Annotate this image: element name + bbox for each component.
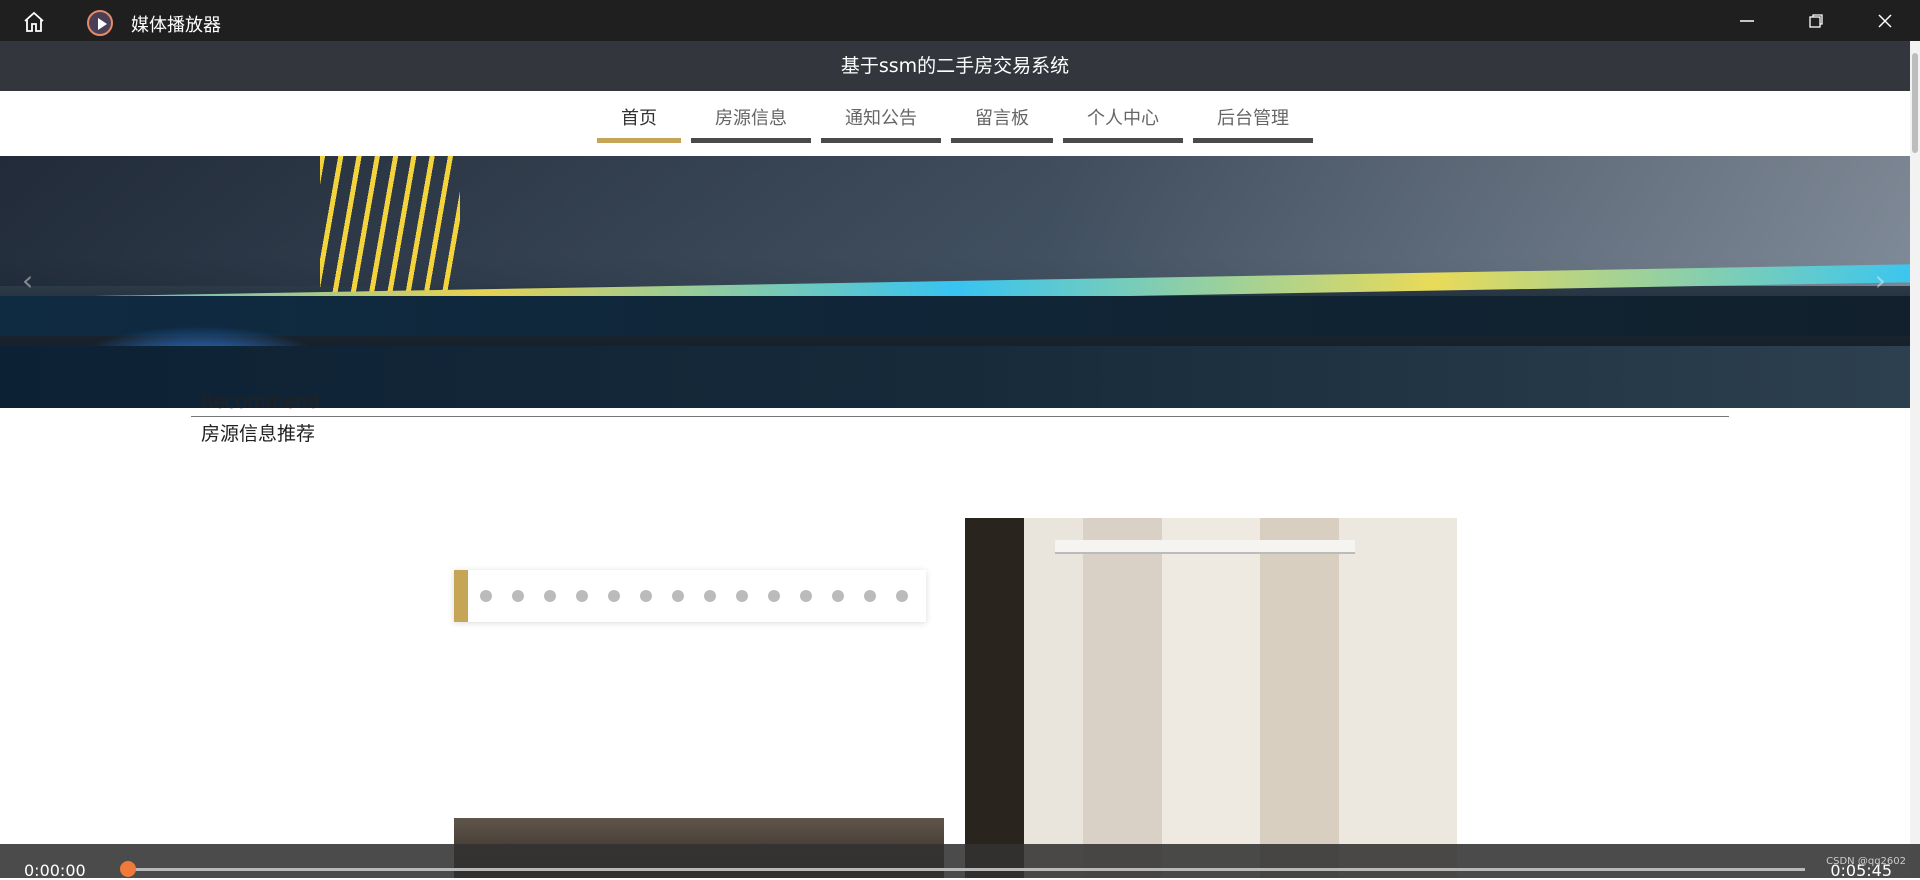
slider-dot[interactable] [512, 590, 524, 602]
photo-ceiling-detail [1055, 540, 1355, 554]
nav-label: 留言板 [975, 108, 1029, 129]
slider-dot[interactable] [864, 590, 876, 602]
slider-dot[interactable] [704, 590, 716, 602]
carousel-prev-icon[interactable]: ‹ [22, 264, 33, 297]
nav-item-listings[interactable]: 房源信息 [691, 103, 811, 143]
section-divider [191, 416, 1729, 417]
slider-accent-bar [454, 570, 468, 622]
nav-underline [597, 138, 681, 143]
slider-dot[interactable] [608, 590, 620, 602]
restore-icon[interactable] [1782, 0, 1850, 41]
nav-label: 房源信息 [715, 108, 787, 129]
nav-label: 个人中心 [1087, 108, 1159, 129]
main-nav: 首页 房源信息 通知公告 留言板 个人中心 后台管理 [0, 91, 1910, 156]
listing-slider-pagination [454, 570, 926, 622]
banner-bridge-cables [320, 156, 460, 306]
web-page: 基于ssm的二手房交易系统 首页 房源信息 通知公告 留言板 个人中心 后台管理… [0, 41, 1910, 878]
nav-item-profile[interactable]: 个人中心 [1063, 103, 1183, 143]
minimize-icon[interactable] [1713, 0, 1781, 41]
banner-carousel[interactable]: ‹ › [0, 156, 1910, 408]
scrollbar-thumb[interactable] [1912, 53, 1918, 153]
recommend-heading-cn: 房源信息推荐 [201, 423, 316, 445]
home-icon[interactable] [22, 10, 46, 34]
slider-dot[interactable] [768, 590, 780, 602]
nav-underline [821, 138, 941, 143]
nav-item-notices[interactable]: 通知公告 [821, 103, 941, 143]
slider-dot[interactable] [576, 590, 588, 602]
seek-track[interactable] [128, 868, 1805, 871]
nav-label: 后台管理 [1217, 108, 1289, 129]
slider-dot[interactable] [736, 590, 748, 602]
slider-dot[interactable] [832, 590, 844, 602]
slider-dot[interactable] [640, 590, 652, 602]
recommend-heading-en: Recommend [201, 391, 320, 413]
carousel-next-icon[interactable]: › [1875, 264, 1886, 297]
listing-photo-bedroom[interactable] [965, 518, 1457, 878]
window-titlebar: 媒体播放器 [0, 0, 1920, 41]
nav-item-messages[interactable]: 留言板 [951, 103, 1053, 143]
current-time: 0:00:00 [24, 861, 86, 880]
nav-item-home[interactable]: 首页 [597, 103, 681, 143]
slider-dot[interactable] [896, 590, 908, 602]
page-scrollbar[interactable] [1910, 41, 1920, 878]
seek-handle[interactable] [120, 861, 136, 877]
media-player-app-icon [87, 10, 113, 36]
window-title: 媒体播放器 [131, 15, 221, 36]
media-controls: 0:00:00 0:05:45 [0, 844, 1920, 880]
slider-dots [480, 590, 908, 602]
nav-underline [691, 138, 811, 143]
close-icon[interactable] [1851, 0, 1919, 41]
watermark-text: CSDN @qq2602 [1826, 856, 1906, 867]
nav-underline [951, 138, 1053, 143]
banner-sky [0, 156, 1910, 286]
nav-underline [1063, 138, 1183, 143]
nav-label: 首页 [621, 108, 657, 129]
nav-label: 通知公告 [845, 108, 917, 129]
slider-dot[interactable] [480, 590, 492, 602]
slider-dot[interactable] [672, 590, 684, 602]
slider-dot[interactable] [800, 590, 812, 602]
nav-underline [1193, 138, 1313, 143]
nav-item-admin[interactable]: 后台管理 [1193, 103, 1313, 143]
slider-dot[interactable] [544, 590, 556, 602]
site-title: 基于ssm的二手房交易系统 [0, 41, 1910, 91]
